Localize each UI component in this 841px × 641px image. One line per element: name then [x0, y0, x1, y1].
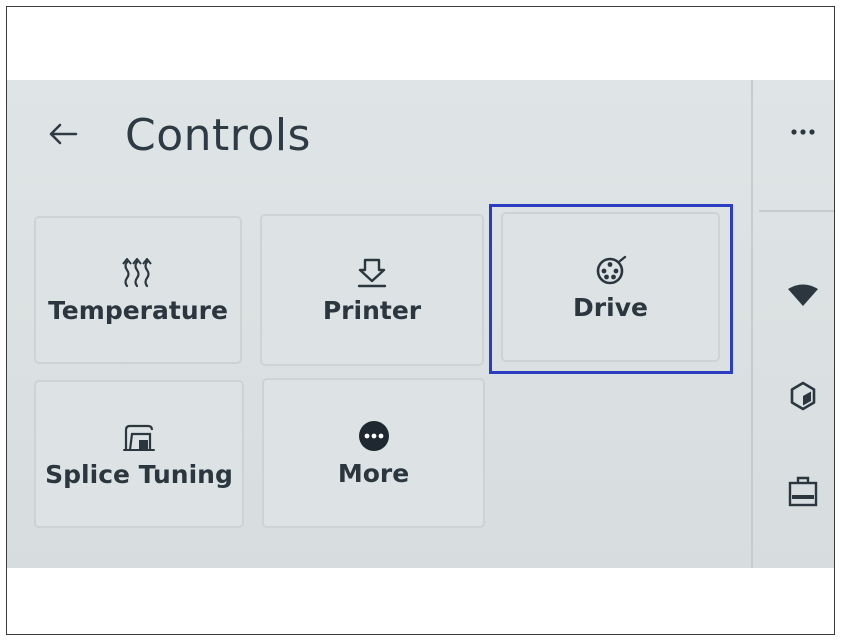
- spool-drive-icon: [594, 253, 628, 287]
- cube-status-button[interactable]: [783, 376, 823, 416]
- splice-icon: [122, 420, 156, 454]
- side-rail-separator: [759, 210, 834, 212]
- tile-more[interactable]: More: [262, 378, 485, 528]
- back-button[interactable]: [43, 114, 83, 154]
- tile-label-temperature: Temperature: [48, 295, 228, 325]
- printer-nozzle-icon: [355, 256, 389, 290]
- tile-drive[interactable]: Drive: [501, 212, 720, 362]
- page-title: Controls: [125, 110, 311, 161]
- side-rail-divider: [751, 80, 753, 568]
- printer-bed-icon: [788, 476, 818, 507]
- ellipsis-menu-button[interactable]: [783, 112, 823, 152]
- tile-label-drive: Drive: [573, 292, 648, 322]
- tile-label-more: More: [337, 458, 410, 488]
- wifi-icon: [788, 284, 818, 306]
- device-screen: Controls Temperature Printer Drive Splic…: [7, 80, 834, 568]
- more-dots-icon: [357, 419, 391, 453]
- tile-label-splice-tuning: Splice Tuning: [45, 459, 233, 489]
- tile-label-printer: Printer: [322, 295, 422, 325]
- tile-temperature[interactable]: Temperature: [34, 216, 242, 364]
- cube-icon: [790, 381, 816, 411]
- arrow-left-icon: [49, 123, 78, 145]
- printer-bed-button[interactable]: [783, 472, 823, 512]
- heat-waves-icon: [121, 256, 155, 290]
- tile-splice-tuning[interactable]: Splice Tuning: [34, 380, 244, 528]
- tile-printer[interactable]: Printer: [260, 214, 484, 366]
- wifi-status-button[interactable]: [783, 276, 823, 316]
- ellipsis-icon: [791, 129, 815, 135]
